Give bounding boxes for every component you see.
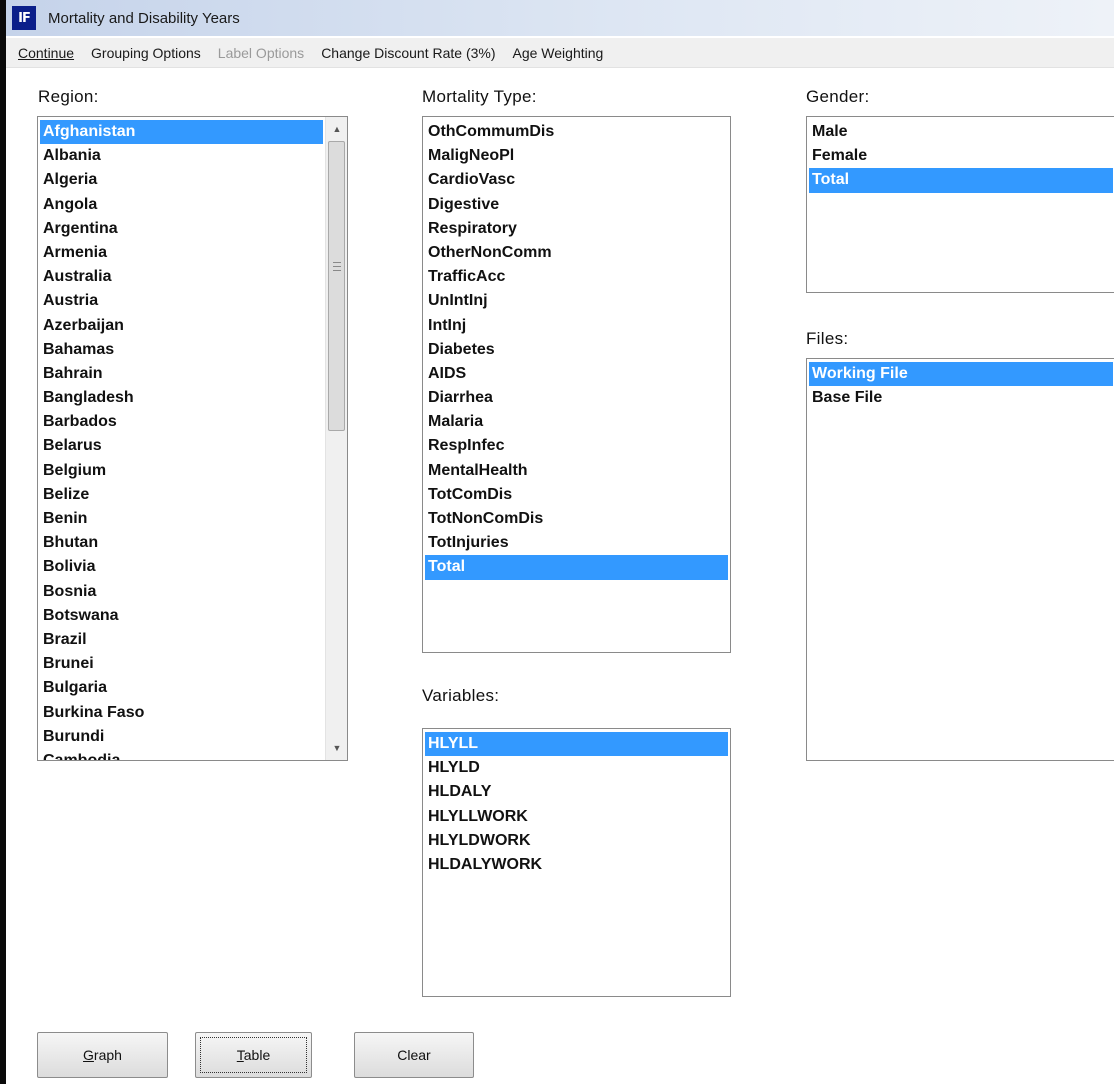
gender-item[interactable]: Male <box>809 120 1113 144</box>
variables-item[interactable]: HLYLD <box>425 756 728 780</box>
region-item[interactable]: Afghanistan <box>40 120 323 145</box>
mortality-type-item[interactable]: UnIntInj <box>425 289 728 313</box>
region-item[interactable]: Bulgaria <box>40 676 323 700</box>
region-item[interactable]: Belarus <box>40 434 323 458</box>
scroll-thumb[interactable] <box>328 141 345 431</box>
menu-label-options[interactable]: Label Options <box>218 45 304 61</box>
region-item[interactable]: Bosnia <box>40 580 323 604</box>
mortality-type-item[interactable]: MaligNeoPl <box>425 144 728 168</box>
mortality-type-item[interactable]: RespInfec <box>425 434 728 458</box>
mortality-type-item[interactable]: MentalHealth <box>425 459 728 483</box>
table-button[interactable]: Table <box>195 1032 312 1078</box>
region-listbox[interactable]: Afghanistan Albania Algeria Angola Argentina… <box>37 116 348 761</box>
region-item[interactable]: Bangladesh <box>40 386 323 410</box>
variables-item[interactable]: HLDALYWORK <box>425 853 728 877</box>
mortality-type-label: Mortality Type: <box>422 87 537 106</box>
mortality-type-item[interactable]: OtherNonComm <box>425 241 728 265</box>
main-window: IF Mortality and Disability Years Contin… <box>0 0 1114 1084</box>
grip-icon <box>333 262 341 271</box>
scroll-down-arrow-icon[interactable]: ▼ <box>326 738 347 758</box>
menu-continue[interactable]: Continue <box>18 45 74 61</box>
files-label: Files: <box>806 329 849 348</box>
files-item[interactable]: Base File <box>809 386 1113 410</box>
variables-list: HLYLL HLYLD HLDALY HLYLLWORK HLYLDWORK HLDALY… <box>425 732 728 877</box>
mortality-type-item[interactable]: OthCommumDis <box>425 120 728 144</box>
files-list: Working File Base File <box>809 362 1113 410</box>
menu-grouping-options[interactable]: Grouping Options <box>91 45 201 61</box>
region-item[interactable]: Benin <box>40 507 323 531</box>
region-item[interactable]: Barbados <box>40 410 323 434</box>
mortality-type-item[interactable]: CardioVasc <box>425 168 728 192</box>
mortality-type-item[interactable]: Respiratory <box>425 217 728 241</box>
mortality-type-item[interactable]: Diabetes <box>425 338 728 362</box>
mortality-type-item[interactable]: TrafficAcc <box>425 265 728 289</box>
region-item[interactable]: Cambodia <box>40 749 323 760</box>
region-item[interactable]: Bahamas <box>40 338 323 362</box>
title-bar[interactable]: IF Mortality and Disability Years <box>6 0 1114 36</box>
region-item[interactable]: Botswana <box>40 604 323 628</box>
region-label: Region: <box>38 87 99 106</box>
region-item[interactable]: Bhutan <box>40 531 323 555</box>
region-item[interactable]: Brunei <box>40 652 323 676</box>
region-list: Afghanistan Albania Algeria Angola Argentina… <box>40 120 323 760</box>
app-icon: IF <box>12 6 36 30</box>
gender-list: Male Female Total <box>809 120 1113 193</box>
region-item[interactable]: Bolivia <box>40 555 323 579</box>
gender-listbox[interactable]: Male Female Total <box>806 116 1114 293</box>
variables-item[interactable]: HLYLLWORK <box>425 805 728 829</box>
mortality-type-item[interactable]: Digestive <box>425 193 728 217</box>
mortality-type-item[interactable]: TotInjuries <box>425 531 728 555</box>
focus-rectangle <box>200 1037 307 1073</box>
variables-label: Variables: <box>422 686 500 705</box>
graph-button-label: Graph <box>83 1047 122 1063</box>
region-item[interactable]: Azerbaijan <box>40 314 323 338</box>
region-item[interactable]: Bahrain <box>40 362 323 386</box>
gender-item[interactable]: Female <box>809 144 1113 168</box>
menu-bar: Continue Grouping Options Label Options … <box>6 38 1114 68</box>
clear-button-label: Clear <box>397 1047 431 1063</box>
region-item[interactable]: Austria <box>40 289 323 313</box>
scroll-up-arrow-icon[interactable]: ▲ <box>326 119 347 139</box>
mortality-type-item[interactable]: Total <box>425 555 728 580</box>
clear-button[interactable]: Clear <box>354 1032 474 1078</box>
graph-button[interactable]: Graph <box>37 1032 168 1078</box>
gender-item[interactable]: Total <box>809 168 1113 193</box>
mortality-type-item[interactable]: Diarrhea <box>425 386 728 410</box>
region-item[interactable]: Albania <box>40 144 323 168</box>
mortality-type-item[interactable]: TotNonComDis <box>425 507 728 531</box>
region-item[interactable]: Angola <box>40 193 323 217</box>
files-item[interactable]: Working File <box>809 362 1113 387</box>
mortality-type-list: OthCommumDis MaligNeoPl CardioVasc Digestiv… <box>425 120 728 580</box>
region-item[interactable]: Burundi <box>40 725 323 749</box>
mortality-type-item[interactable]: AIDS <box>425 362 728 386</box>
region-item[interactable]: Brazil <box>40 628 323 652</box>
variables-item[interactable]: HLDALY <box>425 780 728 804</box>
menu-age-weighting[interactable]: Age Weighting <box>513 45 604 61</box>
menu-change-discount-rate[interactable]: Change Discount Rate (3%) <box>321 45 495 61</box>
region-item[interactable]: Belgium <box>40 459 323 483</box>
mortality-type-item[interactable]: TotComDis <box>425 483 728 507</box>
files-listbox[interactable]: Working File Base File <box>806 358 1114 761</box>
region-item[interactable]: Australia <box>40 265 323 289</box>
region-item[interactable]: Belize <box>40 483 323 507</box>
mortality-type-item[interactable]: IntInj <box>425 314 728 338</box>
region-item[interactable]: Burkina Faso <box>40 701 323 725</box>
region-item[interactable]: Argentina <box>40 217 323 241</box>
gender-label: Gender: <box>806 87 870 106</box>
variables-item[interactable]: HLYLL <box>425 732 728 757</box>
variables-item[interactable]: HLYLDWORK <box>425 829 728 853</box>
region-item[interactable]: Armenia <box>40 241 323 265</box>
window-title: Mortality and Disability Years <box>48 9 240 27</box>
variables-listbox[interactable]: HLYLL HLYLD HLDALY HLYLLWORK HLYLDWORK HLDALY… <box>422 728 731 997</box>
region-scrollbar[interactable]: ▲ ▼ <box>325 117 347 760</box>
mortality-type-item[interactable]: Malaria <box>425 410 728 434</box>
region-item[interactable]: Algeria <box>40 168 323 192</box>
mortality-type-listbox[interactable]: OthCommumDis MaligNeoPl CardioVasc Digestiv… <box>422 116 731 653</box>
